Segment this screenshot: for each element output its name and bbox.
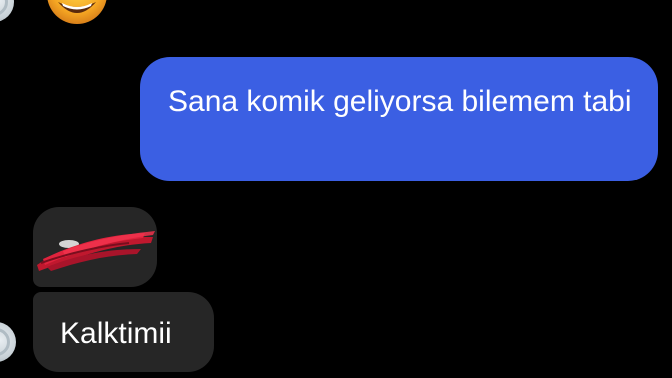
incoming-redacted-bubble[interactable] bbox=[33, 207, 157, 287]
smiling-face-icon bbox=[47, 0, 107, 24]
avatar-ring bbox=[0, 0, 8, 16]
outgoing-message-text: Sana komik geliyorsa bilemem tabi bbox=[168, 85, 632, 118]
avatar-ring bbox=[0, 328, 10, 356]
redaction-scribble-icon bbox=[37, 231, 155, 271]
contact-avatar-icon[interactable] bbox=[0, 0, 14, 22]
incoming-message-text: Kalktimii bbox=[60, 317, 172, 350]
contact-avatar-icon[interactable] bbox=[0, 322, 16, 362]
incoming-message-bubble[interactable]: Kalktimii bbox=[33, 292, 214, 372]
chat-thread: Sana komik geliyorsa bilemem tabi Kalkti… bbox=[0, 0, 672, 378]
outgoing-message-bubble[interactable]: Sana komik geliyorsa bilemem tabi bbox=[140, 57, 658, 181]
